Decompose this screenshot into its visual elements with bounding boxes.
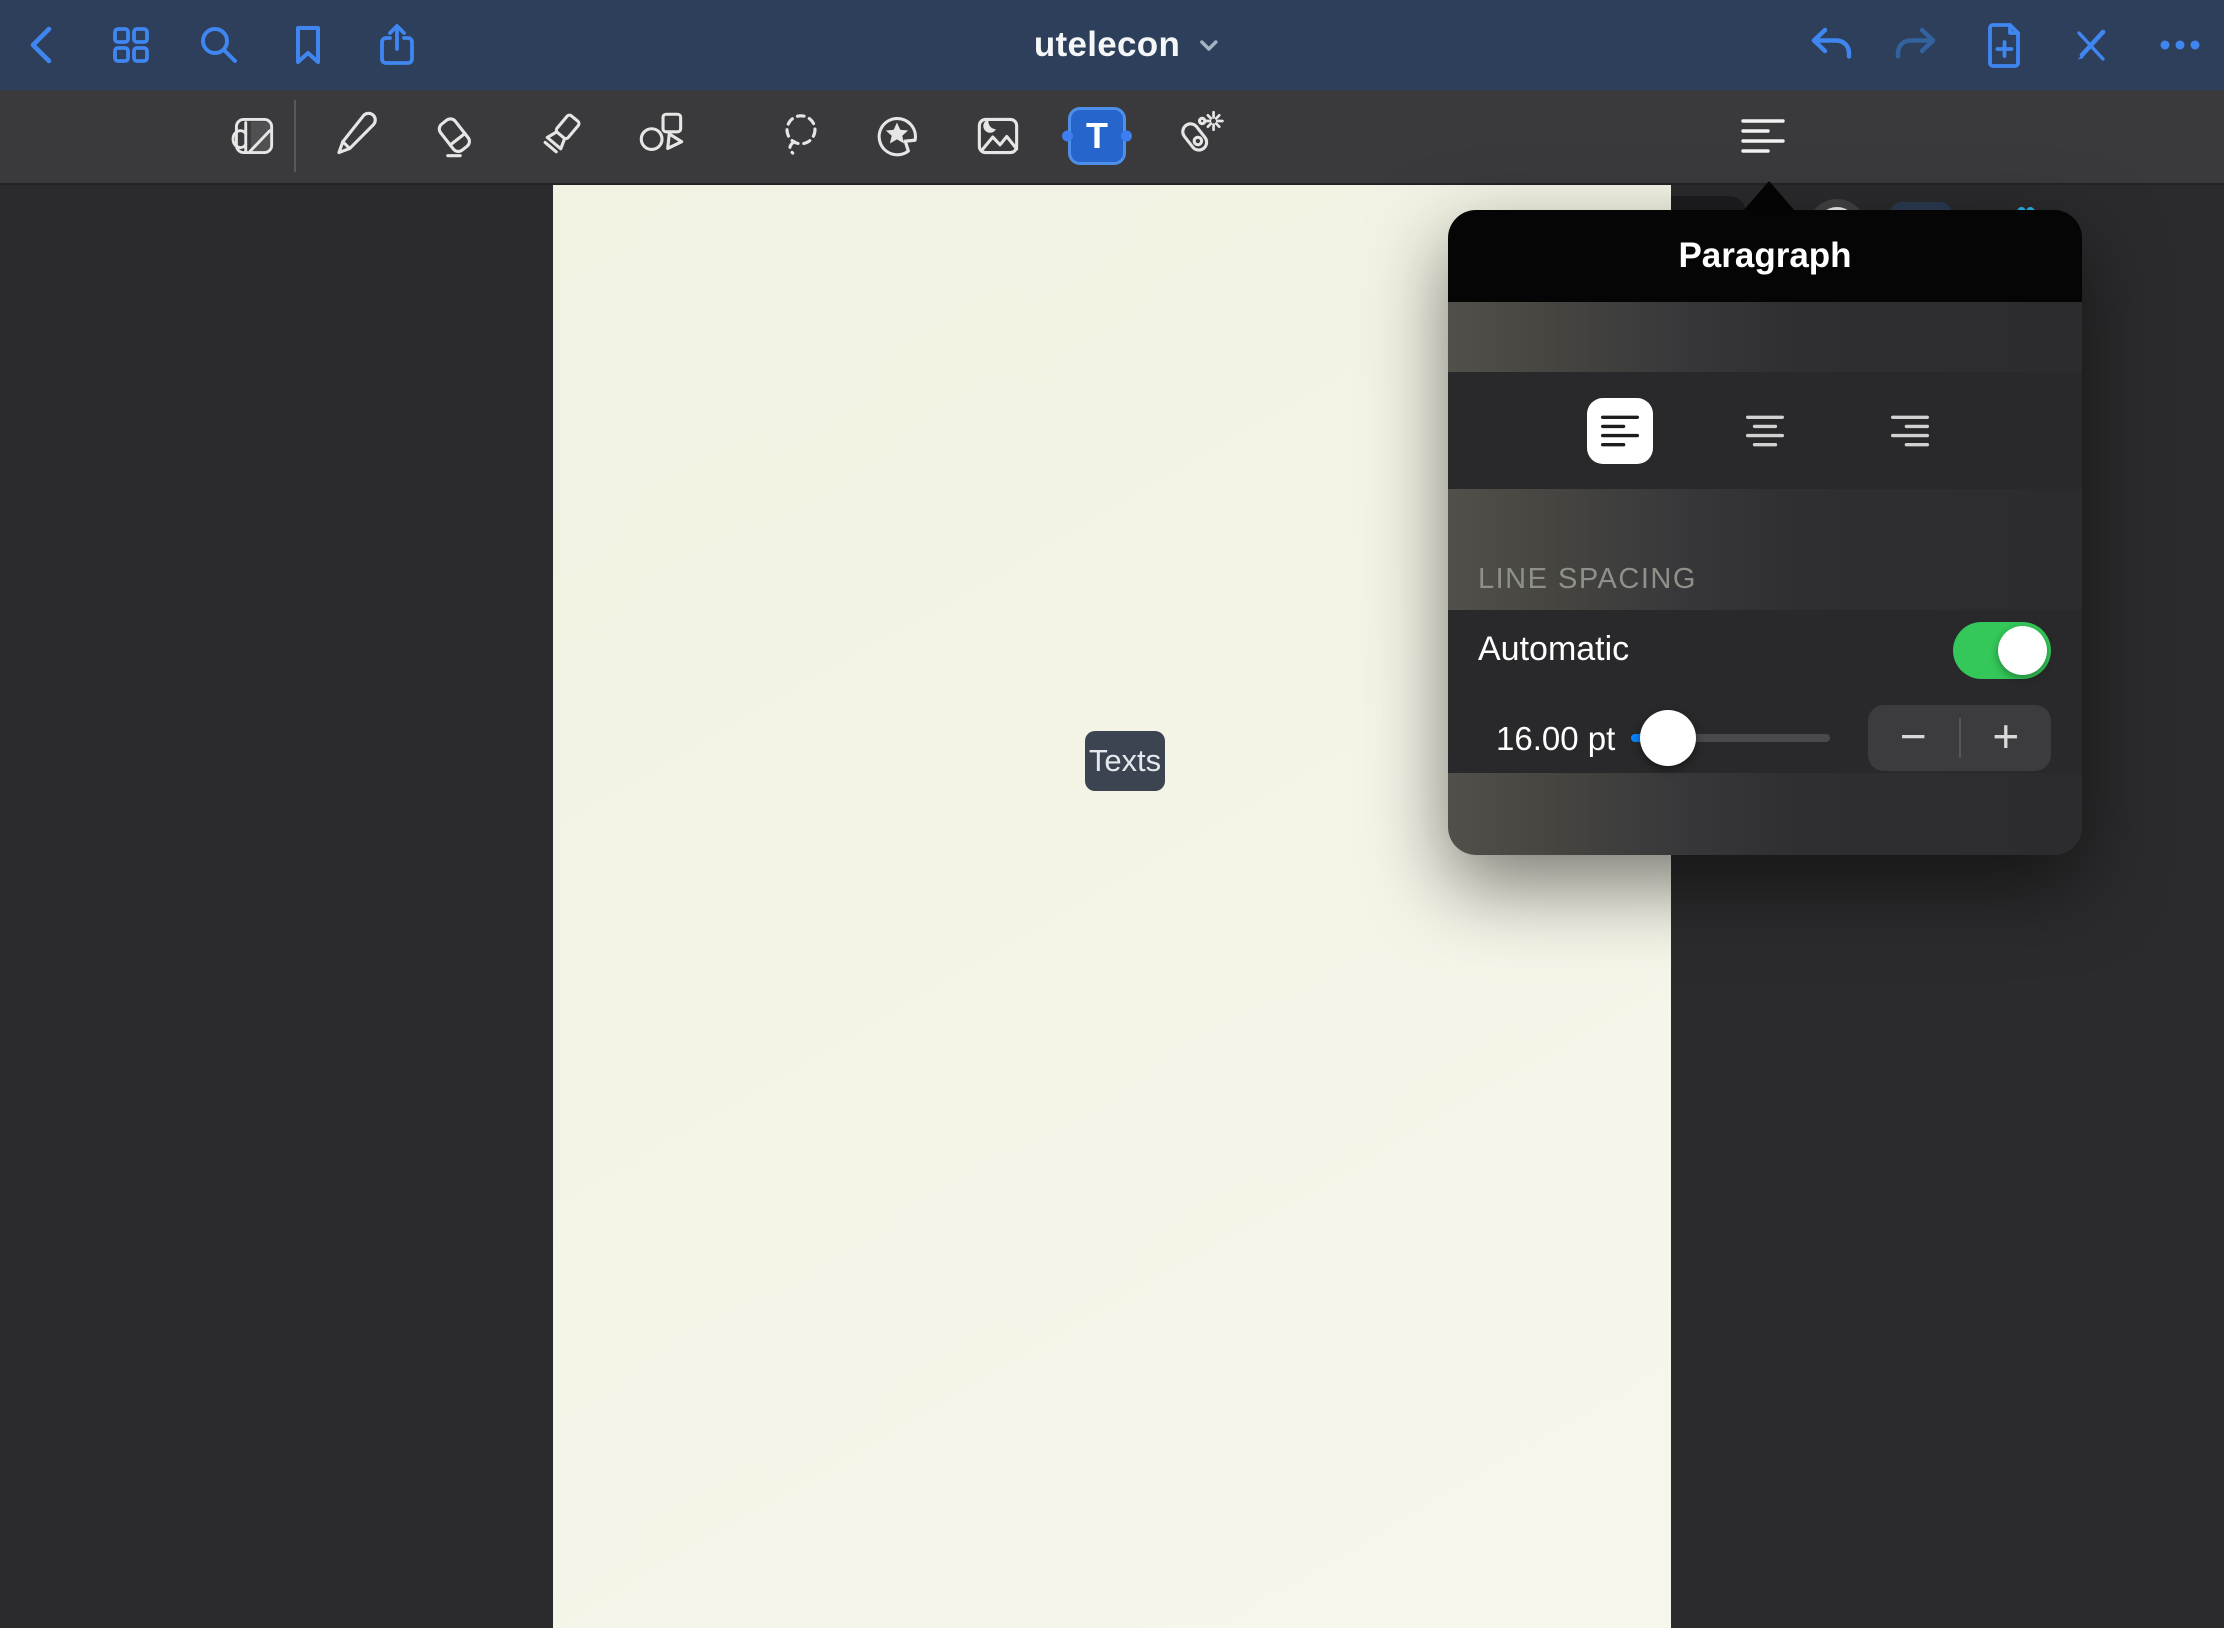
laser-pointer-tool-button[interactable] — [1165, 104, 1229, 168]
shapes-tool-button[interactable] — [630, 104, 694, 168]
popover-header: Paragraph — [1448, 210, 2082, 302]
tools-toolbar: T — [0, 90, 2224, 185]
document-title-button[interactable]: utelecon — [1034, 25, 1222, 65]
pen-tool-button[interactable] — [324, 104, 388, 168]
search-button[interactable] — [190, 16, 248, 74]
selection-handle-left — [1062, 131, 1073, 142]
shapes-icon — [633, 107, 691, 165]
image-tool-button[interactable] — [966, 104, 1030, 168]
lasso-tool-button[interactable] — [769, 104, 833, 168]
canvas-text-label: Texts — [1089, 743, 1161, 779]
toggle-knob — [1998, 626, 2047, 675]
sticker-star-icon — [869, 107, 927, 165]
align-left-icon — [1740, 116, 1786, 156]
nav-bar: utelecon — [0, 0, 2224, 90]
automatic-toggle[interactable] — [1953, 622, 2051, 679]
pen-cross-icon — [2066, 21, 2114, 69]
alignment-options-row — [1448, 372, 2082, 489]
popover-arrow — [1743, 181, 1795, 211]
lasso-icon — [772, 107, 830, 165]
canvas-text-box[interactable]: Texts — [1085, 731, 1165, 791]
laser-pointer-icon — [1168, 107, 1226, 165]
spacing-stepper: − + — [1868, 705, 2051, 771]
add-page-button[interactable] — [1976, 16, 2034, 74]
spacing-increase-button[interactable]: + — [1961, 705, 2052, 771]
eraser-tool-button[interactable] — [423, 104, 487, 168]
bookmark-icon — [284, 21, 332, 69]
notebook-scribble-icon — [224, 107, 282, 165]
more-options-button[interactable] — [2151, 16, 2209, 74]
bookmark-button[interactable] — [279, 16, 337, 74]
undo-icon — [1805, 22, 1855, 68]
stop-editing-button[interactable] — [2061, 16, 2119, 74]
elements-tool-button[interactable] — [866, 104, 930, 168]
chevron-down-icon — [1196, 32, 1222, 58]
text-tool-button[interactable]: T — [1065, 104, 1129, 168]
eraser-icon — [426, 107, 484, 165]
highlighter-tool-button[interactable] — [528, 104, 592, 168]
align-right-option[interactable] — [1877, 398, 1943, 464]
spacing-decrease-button[interactable]: − — [1868, 705, 1959, 771]
popover-spacer-bottom — [1448, 773, 2082, 855]
text-tool-icon: T — [1068, 107, 1126, 165]
popover-spacer-top — [1448, 302, 2082, 372]
handwriting-tool-button[interactable] — [221, 104, 285, 168]
align-left-option[interactable] — [1587, 398, 1653, 464]
share-icon — [373, 21, 421, 69]
automatic-label: Automatic — [1478, 630, 1629, 669]
redo-button[interactable] — [1888, 16, 1946, 74]
paragraph-alignment-button[interactable] — [1731, 104, 1795, 168]
line-spacing-controls: Automatic 16.00 pt − + — [1448, 610, 2082, 773]
line-spacing-header-label: LINE SPACING — [1478, 563, 1697, 596]
app-screen: utelecon — [0, 0, 2224, 1628]
highlighter-icon — [531, 107, 589, 165]
thumbnails-button[interactable] — [102, 16, 160, 74]
document-title: utelecon — [1034, 25, 1180, 65]
undo-button[interactable] — [1801, 16, 1859, 74]
spacing-slider-thumb[interactable] — [1640, 710, 1696, 766]
add-page-icon — [1981, 20, 2029, 70]
grid-icon — [107, 21, 155, 69]
paragraph-popover: Paragraph LINE SPACING — [1448, 210, 2082, 855]
share-button[interactable] — [368, 16, 426, 74]
redo-icon — [1892, 22, 1942, 68]
selection-handle-right — [1121, 131, 1132, 142]
align-center-option[interactable] — [1732, 398, 1798, 464]
line-spacing-section-header: LINE SPACING — [1448, 489, 2082, 610]
back-button[interactable] — [15, 16, 73, 74]
pen-icon — [327, 107, 385, 165]
ellipsis-icon — [2156, 21, 2204, 69]
toolbar-divider — [294, 100, 296, 172]
image-icon — [969, 107, 1027, 165]
back-chevron-icon — [20, 21, 68, 69]
search-icon — [195, 21, 243, 69]
popover-title: Paragraph — [1678, 236, 1851, 276]
spacing-value-label: 16.00 pt — [1496, 720, 1615, 758]
